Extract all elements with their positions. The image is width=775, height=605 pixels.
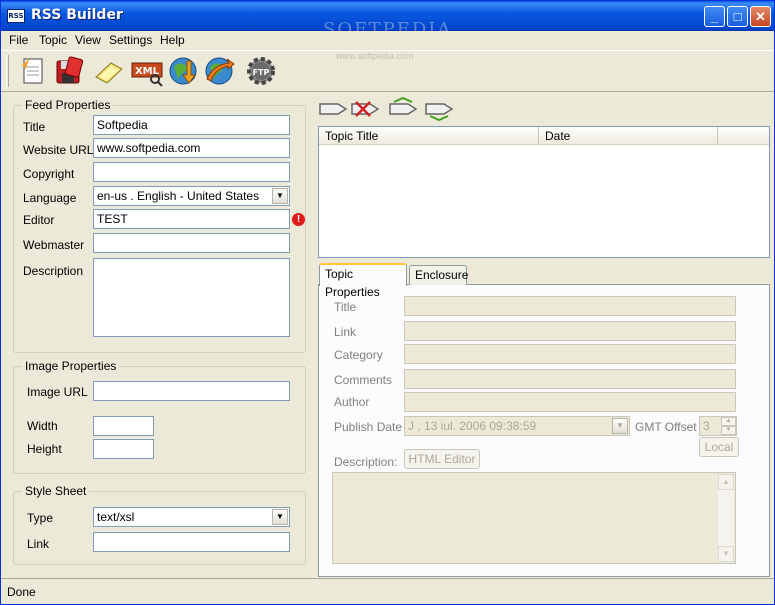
style-sheet-group: Style Sheet <box>13 484 306 565</box>
copyright-input[interactable] <box>93 162 290 182</box>
menu-file[interactable]: File <box>9 33 28 47</box>
status-text: Done <box>7 585 36 599</box>
stylesheet-link-input[interactable] <box>93 532 290 552</box>
column-topic-title[interactable]: Topic Title <box>319 127 539 145</box>
delete-topic-icon[interactable] <box>351 101 380 117</box>
category-input[interactable] <box>404 344 736 364</box>
style-sheet-title: Style Sheet <box>22 484 90 498</box>
move-down-topic-icon[interactable] <box>425 103 454 122</box>
ftp-icon-label: FTP <box>253 68 270 77</box>
image-url-input[interactable] <box>93 381 290 401</box>
close-button[interactable]: ✕ <box>750 6 771 27</box>
topic-title-input[interactable] <box>404 296 736 316</box>
local-button[interactable]: Local <box>699 437 739 457</box>
language-value: en-us . English - United States <box>97 189 260 203</box>
chevron-down-icon[interactable]: ▼ <box>272 188 288 204</box>
topic-title-label: Title <box>334 300 357 314</box>
gmt-offset-value: 3 <box>703 419 710 433</box>
menu-settings[interactable]: Settings <box>109 33 152 47</box>
publish-icon[interactable] <box>203 55 235 87</box>
author-input[interactable] <box>404 392 736 412</box>
language-label: Language <box>23 191 77 205</box>
tab-topic-properties[interactable]: Topic Properties <box>319 263 407 299</box>
feed-properties-title: Feed Properties <box>22 98 114 112</box>
image-url-label: Image URL <box>27 385 88 399</box>
chevron-down-icon[interactable]: ▼ <box>272 509 288 525</box>
scroll-up-icon[interactable]: ▲ <box>718 474 734 490</box>
app-rss-icon: RSS <box>7 9 25 23</box>
publish-date-label: Publish Date <box>334 420 403 434</box>
scroll-down-icon[interactable]: ▼ <box>718 546 734 562</box>
app-window: RSS RSS Builder SOFTPEDIA _ □ ✕ File Top… <box>0 0 775 605</box>
menu-view[interactable]: View <box>75 33 101 47</box>
copyright-label: Copyright <box>23 167 75 181</box>
webmaster-input[interactable] <box>93 233 290 253</box>
title-label: Title <box>23 120 46 134</box>
topic-link-label: Link <box>334 325 357 339</box>
error-icon: ! <box>292 213 305 226</box>
new-feed-icon[interactable] <box>17 55 49 87</box>
open-icon[interactable] <box>93 55 125 87</box>
menu-help[interactable]: Help <box>160 33 185 47</box>
xml-icon[interactable]: XML <box>131 55 163 87</box>
toolbar: XML FTP <box>1 50 774 92</box>
website-url-label: Website URL <box>23 143 94 157</box>
image-height-input[interactable] <box>93 439 154 459</box>
topic-description-textarea[interactable]: ▲ ▼ <box>332 472 736 564</box>
download-icon[interactable] <box>167 55 199 87</box>
comments-input[interactable] <box>404 369 736 389</box>
window-title: RSS Builder <box>31 7 123 23</box>
title-bar[interactable]: RSS RSS Builder SOFTPEDIA _ □ ✕ <box>1 1 774 40</box>
menu-topic[interactable]: Topic <box>39 33 67 47</box>
editor-label: Editor <box>23 213 55 227</box>
save-icon[interactable] <box>53 55 85 87</box>
column-date[interactable]: Date <box>539 127 718 145</box>
language-select[interactable]: en-us . English - United States ▼ <box>93 186 290 206</box>
webmaster-label: Webmaster <box>23 238 85 252</box>
website-url-input[interactable]: www.softpedia.com <box>93 138 290 158</box>
html-editor-button[interactable]: HTML Editor <box>404 449 480 469</box>
image-width-input[interactable] <box>93 416 154 436</box>
minimize-button[interactable]: _ <box>704 6 725 27</box>
editor-input[interactable]: TEST <box>93 209 290 229</box>
width-label: Width <box>27 419 58 433</box>
image-properties-title: Image Properties <box>22 359 120 373</box>
topics-list-header: Topic Title Date <box>319 127 769 145</box>
spin-up-icon[interactable]: ▲ <box>721 417 736 426</box>
spin-down-icon[interactable]: ▼ <box>721 426 736 435</box>
status-bar: Done <box>1 578 774 604</box>
menu-bar: File Topic View Settings Help <box>1 31 774 50</box>
maximize-button[interactable]: □ <box>727 6 748 27</box>
link-label: Link <box>27 537 50 551</box>
toolbar-grip[interactable] <box>6 55 9 87</box>
chevron-down-icon[interactable]: ▼ <box>612 418 628 434</box>
tab-enclosure[interactable]: Enclosure <box>409 265 468 285</box>
gmt-offset-label: GMT Offset <box>635 420 697 434</box>
type-label: Type <box>27 511 54 525</box>
author-label: Author <box>334 395 370 409</box>
topic-nav-toolbar <box>318 96 468 122</box>
stylesheet-type-select[interactable]: text/xsl ▼ <box>93 507 290 527</box>
move-up-topic-icon[interactable] <box>389 96 418 115</box>
publish-date-value: J , 13 iul. 2006 09:38:59 <box>408 419 537 433</box>
topic-link-input[interactable] <box>404 321 736 341</box>
category-label: Category <box>334 348 383 362</box>
feed-title-input[interactable]: Softpedia <box>93 115 290 135</box>
publish-date-picker[interactable]: J , 13 iul. 2006 09:38:59 ▼ <box>404 416 630 436</box>
ftp-icon[interactable]: FTP <box>245 55 277 87</box>
feed-description-textarea[interactable] <box>93 258 290 337</box>
comments-label: Comments <box>334 373 393 387</box>
add-topic-icon[interactable] <box>319 103 348 115</box>
topic-description-label: Description: <box>334 455 398 469</box>
stylesheet-type-value: text/xsl <box>97 510 135 524</box>
description-scrollbar[interactable]: ▲ ▼ <box>718 474 734 562</box>
height-label: Height <box>27 442 62 456</box>
description-label: Description <box>23 264 84 278</box>
topics-list[interactable]: Topic Title Date <box>318 126 770 258</box>
